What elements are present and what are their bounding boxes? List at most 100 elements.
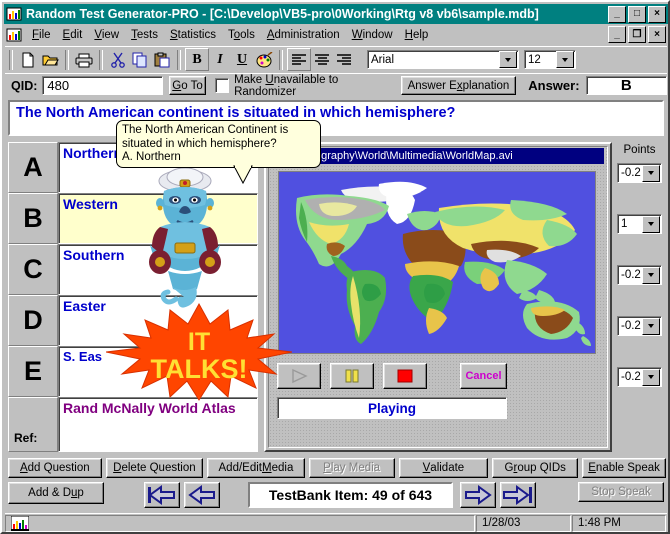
play-media-button[interactable]: Play Media — [308, 458, 395, 478]
align-left-icon[interactable] — [287, 48, 311, 71]
next-arrow-icon — [465, 485, 492, 505]
menu-item-edit[interactable]: Edit — [57, 27, 89, 43]
minimize-button[interactable]: _ — [608, 5, 626, 23]
choice-letter: D — [8, 295, 58, 346]
align-center-icon[interactable] — [311, 49, 333, 70]
toolbar-separator — [99, 49, 103, 70]
menu-item-help[interactable]: Help — [399, 27, 435, 43]
mdi-restore-button[interactable]: ❐ — [628, 26, 646, 43]
menu-item-statistics[interactable]: Statistics — [164, 27, 222, 43]
mdi-minimize-button[interactable]: _ — [608, 26, 626, 43]
delete-question-button[interactable]: Delete Question — [105, 458, 204, 478]
align-right-icon[interactable] — [333, 49, 355, 70]
font-name-value: Arial — [371, 53, 395, 66]
document-icon[interactable] — [6, 27, 22, 43]
menu-bar: FFileile Edit View Tests Statistics Tool… — [4, 25, 668, 44]
points-combo-a[interactable]: -0.25 — [617, 163, 662, 183]
points-combo-c[interactable]: -0.25 — [617, 265, 662, 285]
reference-label: Ref: — [8, 397, 58, 452]
last-arrow-icon — [503, 485, 532, 505]
qid-label: QID: — [11, 78, 38, 93]
stop-speak-button[interactable]: Stop Speak — [578, 482, 664, 502]
paste-icon[interactable] — [151, 49, 173, 70]
first-arrow-icon — [148, 485, 175, 505]
answer-explanation-button[interactable]: Answer Ex planation — [400, 76, 517, 95]
speech-balloon: The North American Continent is situated… — [116, 120, 321, 185]
media-inner: anks\Geography\World\Multimedia\WorldMap… — [268, 146, 608, 448]
chevron-down-icon[interactable] — [642, 266, 660, 284]
print-icon[interactable] — [73, 49, 95, 70]
question-text[interactable]: The North American continent is situated… — [8, 100, 664, 136]
menu-item-tools[interactable]: Tools — [222, 27, 261, 43]
menu-item-file[interactable]: FFileile — [26, 27, 57, 43]
add-question-button[interactable]: Add Question — [8, 458, 102, 478]
toolbar-separator — [177, 49, 181, 70]
choice-row-c: C Southern — [8, 244, 258, 295]
font-name-combo[interactable]: Arial — [367, 50, 519, 69]
unavailable-checkbox[interactable] — [215, 78, 230, 93]
underline-icon[interactable]: U — [231, 49, 253, 70]
menu-item-view[interactable]: View — [88, 27, 125, 43]
item-counter: TestBank Item: 49 of 643 — [248, 482, 453, 508]
chevron-down-icon[interactable] — [556, 51, 574, 68]
stop-button[interactable] — [383, 363, 427, 389]
new-document-icon[interactable] — [17, 49, 39, 70]
stop-icon — [397, 369, 413, 383]
chart-icon — [10, 515, 30, 531]
toolbar-separator — [65, 49, 69, 70]
toolbar-separator — [9, 49, 13, 70]
italic-icon[interactable]: I — [209, 49, 231, 70]
mdi-window-controls: _ ❐ × — [608, 26, 668, 43]
menu-item-window[interactable]: Window — [346, 27, 399, 43]
choice-text-d[interactable]: Easter — [58, 295, 258, 346]
go-to-button[interactable]: Go To — [168, 76, 207, 95]
choice-letter: E — [8, 346, 58, 397]
font-size-combo[interactable]: 12 — [524, 50, 576, 69]
chevron-down-icon[interactable] — [642, 164, 660, 182]
close-button[interactable]: × — [648, 5, 666, 23]
points-combo-b[interactable]: 1 — [617, 214, 662, 234]
play-button[interactable] — [277, 363, 321, 389]
open-folder-icon[interactable] — [39, 49, 61, 70]
main-panel: A Northern B Western C Southern D Easter… — [8, 142, 664, 452]
copy-icon[interactable] — [129, 49, 151, 70]
chevron-down-icon[interactable] — [642, 215, 660, 233]
choice-letter: A — [8, 142, 58, 193]
window-title: Random Test Generator-PRO - [C:\Develop\… — [26, 7, 539, 21]
qid-input[interactable]: 480 — [42, 76, 163, 95]
choice-text-e[interactable]: S. Eas — [58, 346, 258, 397]
nav-last-button[interactable] — [500, 482, 536, 508]
color-palette-icon[interactable] — [253, 49, 275, 70]
pause-button[interactable] — [330, 363, 374, 389]
chevron-down-icon[interactable] — [642, 368, 660, 386]
answer-value[interactable]: B — [585, 76, 667, 95]
add-edit-media-button[interactable]: Add/Edit Media — [207, 458, 305, 478]
nav-next-button[interactable] — [460, 482, 496, 508]
group-qids-button[interactable]: Gr oup QIDs — [492, 458, 579, 478]
media-controls: Cancel — [277, 361, 599, 391]
menu-item-administration[interactable]: Administration — [261, 27, 346, 43]
choice-text-c[interactable]: Southern — [58, 244, 258, 295]
menu-item-tests[interactable]: Tests — [125, 27, 164, 43]
cancel-button[interactable]: Cancel — [460, 363, 507, 389]
unavailable-checkbox-label: Make Unavailable to Randomizer — [234, 73, 339, 98]
points-combo-d[interactable]: -0.25 — [617, 316, 662, 336]
choice-text-b[interactable]: Western — [58, 193, 258, 244]
media-status: Playing — [277, 397, 507, 419]
cut-scissors-icon[interactable] — [107, 49, 129, 70]
balloon-tail — [233, 163, 253, 185]
chevron-down-icon[interactable] — [499, 51, 517, 68]
mdi-close-button[interactable]: × — [648, 26, 666, 43]
reference-text[interactable]: Rand McNally World Atlas — [58, 397, 258, 452]
reference-row: Ref: Rand McNally World Atlas — [8, 397, 258, 452]
nav-prev-button[interactable] — [184, 482, 220, 508]
enable-speak-button[interactable]: Enable Speak — [582, 458, 667, 478]
chevron-down-icon[interactable] — [642, 317, 660, 335]
points-combo-e[interactable]: -0.25 — [617, 367, 662, 387]
prev-arrow-icon — [188, 485, 215, 505]
validate-button[interactable]: Validate — [398, 458, 489, 478]
maximize-button[interactable]: □ — [628, 5, 646, 23]
nav-first-button[interactable] — [144, 482, 180, 508]
bold-icon[interactable]: B — [185, 48, 209, 71]
add-and-dup-button[interactable]: Add & Dup — [8, 482, 104, 504]
